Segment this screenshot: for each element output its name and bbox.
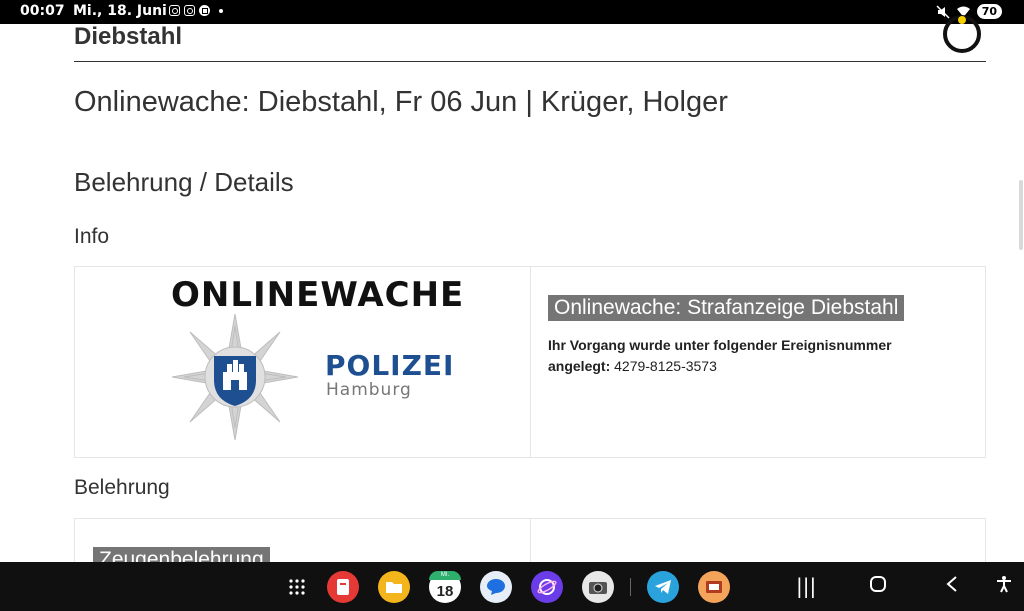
browser-app-icon[interactable] (531, 571, 563, 603)
telegram-app-icon[interactable] (647, 571, 679, 603)
taskbar: MI. 18 ||| (0, 562, 1024, 611)
page-heading: Diebstahl (74, 23, 183, 50)
status-bar: 00:07 Mi., 18. Juni 70 (0, 0, 1024, 24)
files-app-icon[interactable] (378, 571, 410, 603)
notes-app-icon[interactable] (327, 571, 359, 603)
instagram-icon (169, 5, 180, 16)
info-tag: Onlinewache: Strafanzeige Diebstahl (548, 295, 905, 321)
logo-polizei: POLIZEI (325, 349, 455, 382)
event-number: 4279-8125-3573 (614, 358, 717, 374)
calendar-day: 18 (436, 582, 454, 600)
more-notifications-dot (219, 8, 223, 13)
divider (74, 61, 986, 62)
page-title: Onlinewache: Diebstahl, Fr 06 Jun | Krüg… (74, 86, 728, 118)
taskbar-separator (630, 578, 631, 596)
apps-grid-icon[interactable] (281, 571, 313, 603)
home-button[interactable] (869, 575, 887, 597)
logo-wordmark: ONLINEWACHE (171, 275, 465, 315)
belehrung-label: Belehrung (74, 476, 170, 499)
messages-app-icon[interactable] (480, 571, 512, 603)
recents-button[interactable]: ||| (796, 575, 816, 597)
panel-divider (530, 267, 531, 457)
accessibility-icon[interactable] (995, 575, 1013, 597)
info-text: Ihr Vorgang wurde unter folgender Ereign… (548, 335, 948, 377)
status-date: Mi., 18. Juni (73, 3, 167, 19)
mute-icon (936, 4, 950, 19)
logo-hamburg: Hamburg (326, 380, 412, 400)
status-time: 00:07 (20, 3, 65, 19)
instagram-icon (184, 5, 195, 16)
calendar-month: MI. (440, 572, 450, 578)
notification-icons (169, 5, 223, 16)
scrollbar[interactable] (1019, 180, 1023, 250)
info-text-bold: Ihr Vorgang wurde unter folgender Ereign… (548, 337, 892, 374)
site-logo-icon[interactable] (943, 15, 981, 53)
app-notification-icon (199, 5, 210, 16)
police-star-icon (172, 314, 298, 440)
battery-icon: 70 (976, 4, 1002, 19)
info-panel: ONLINEWACHE POLIZEI Hamburg Onlinewache:… (74, 266, 986, 458)
calendar-app-icon[interactable]: MI. 18 (429, 571, 461, 603)
back-button[interactable] (945, 575, 959, 597)
section-title: Belehrung / Details (74, 167, 294, 197)
camera-app-icon[interactable] (582, 571, 614, 603)
slides-app-icon[interactable] (698, 571, 730, 603)
info-label: Info (74, 225, 110, 248)
